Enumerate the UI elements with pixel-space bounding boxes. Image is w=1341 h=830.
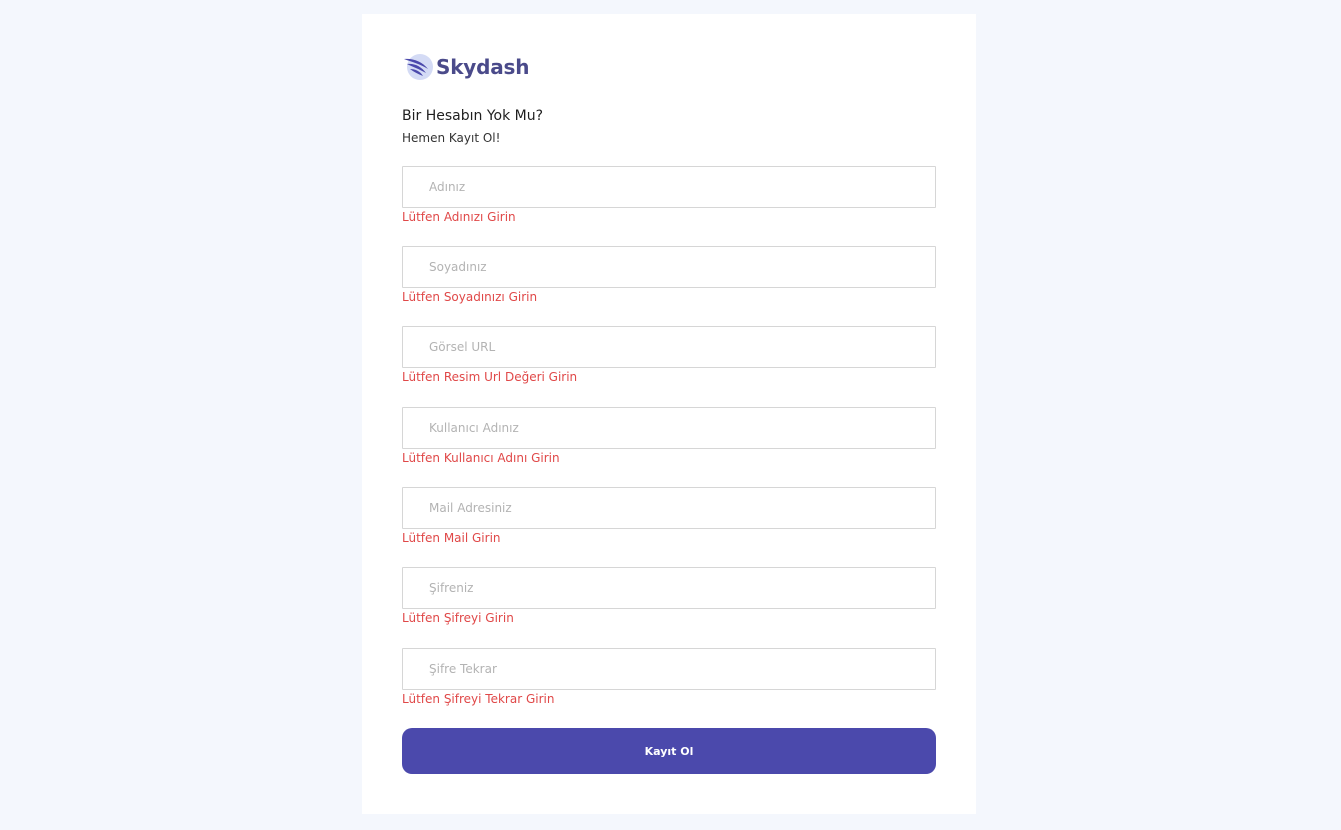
email-group: Lütfen Mail Girin <box>402 487 936 546</box>
last-name-input[interactable] <box>402 246 936 288</box>
last-name-error: Lütfen Soyadınızı Girin <box>402 290 538 304</box>
username-error: Lütfen Kullanıcı Adını Girin <box>402 451 560 465</box>
brand-logo[interactable]: Skydash <box>402 52 530 82</box>
first-name-group: Lütfen Adınızı Girin <box>402 166 936 225</box>
form-subheading: Hemen Kayıt Ol! <box>402 131 501 145</box>
password-input[interactable] <box>402 567 936 609</box>
password-error: Lütfen Şifreyi Girin <box>402 611 514 625</box>
brand-name: Skydash <box>436 55 530 79</box>
username-input[interactable] <box>402 407 936 449</box>
image-url-error: Lütfen Resim Url Değeri Girin <box>402 370 578 384</box>
password-confirm-input[interactable] <box>402 648 936 690</box>
register-card: Skydash Bir Hesabın Yok Mu? Hemen Kayıt … <box>362 14 976 814</box>
email-error: Lütfen Mail Girin <box>402 531 501 545</box>
image-url-input[interactable] <box>402 326 936 368</box>
last-name-group: Lütfen Soyadınızı Girin <box>402 246 936 305</box>
password-group: Lütfen Şifreyi Girin <box>402 567 936 626</box>
first-name-error: Lütfen Adınızı Girin <box>402 210 516 224</box>
email-input[interactable] <box>402 487 936 529</box>
password-confirm-group: Lütfen Şifreyi Tekrar Girin <box>402 648 936 707</box>
password-confirm-error: Lütfen Şifreyi Tekrar Girin <box>402 692 555 706</box>
image-url-group: Lütfen Resim Url Değeri Girin <box>402 326 936 385</box>
username-group: Lütfen Kullanıcı Adını Girin <box>402 407 936 466</box>
register-button[interactable]: Kayıt Ol <box>402 728 936 774</box>
first-name-input[interactable] <box>402 166 936 208</box>
form-heading: Bir Hesabın Yok Mu? <box>402 108 544 124</box>
wing-logo-icon <box>404 54 433 80</box>
